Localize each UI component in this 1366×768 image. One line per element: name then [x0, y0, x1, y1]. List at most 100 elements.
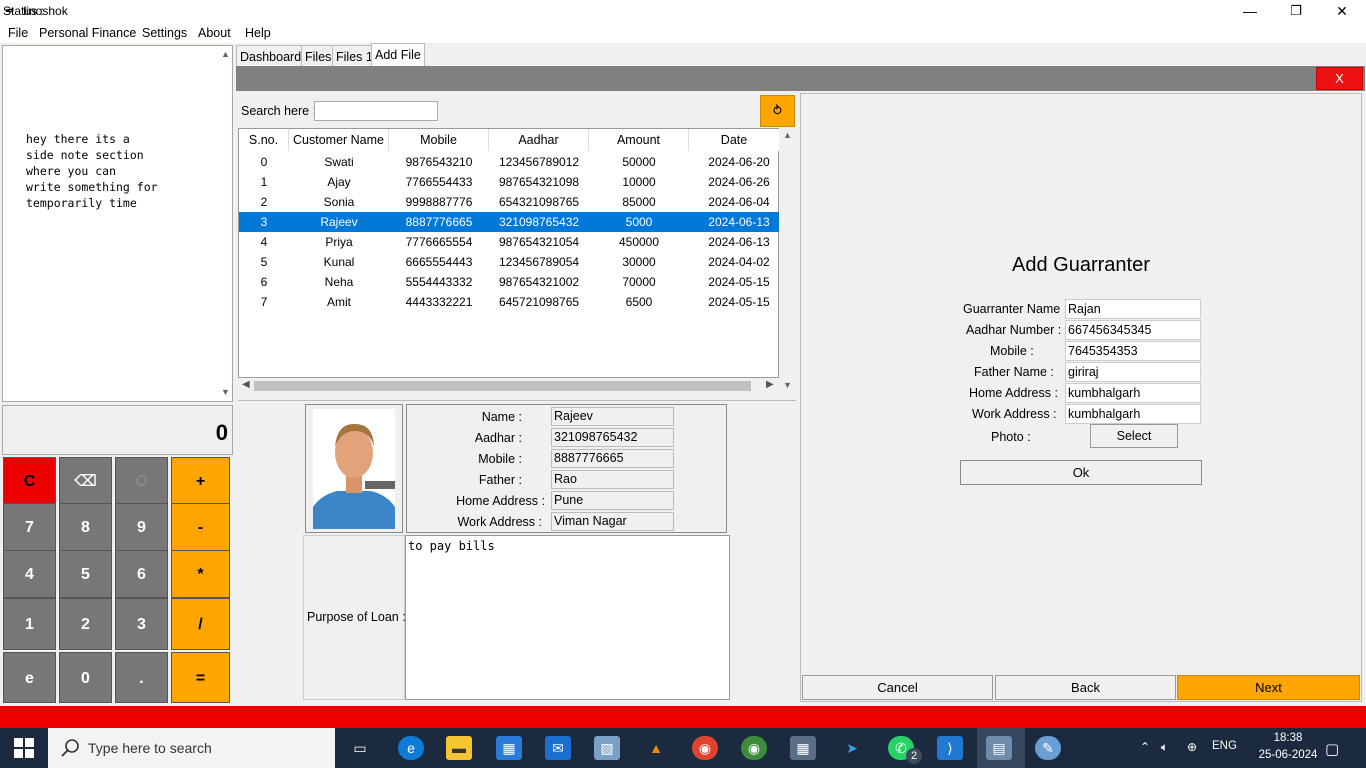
- calc-key-2[interactable]: 2: [59, 598, 112, 650]
- menu-settings[interactable]: Settings: [142, 26, 187, 40]
- mobile-input[interactable]: 7645354353: [1065, 341, 1201, 361]
- menu-personal-finance[interactable]: Personal Finance: [39, 26, 136, 40]
- scroll-up-icon[interactable]: ▲: [221, 49, 230, 59]
- calc-key-7[interactable]: 7: [3, 503, 56, 551]
- file-explorer-icon[interactable]: ▬: [446, 736, 472, 760]
- table-row[interactable]: 3 Rajeev 8887776665 321098765432 5000 2024-06…: [239, 212, 779, 232]
- scroll-down-icon[interactable]: ▼: [783, 380, 792, 390]
- work-address-input[interactable]: kumbhalgarh: [1065, 404, 1201, 424]
- col-header-amount[interactable]: Amount: [589, 129, 689, 151]
- calc-key-3[interactable]: 3: [115, 598, 168, 650]
- calc-key-0[interactable]: 0: [59, 652, 112, 703]
- calc-key-o[interactable]: O: [115, 457, 168, 505]
- calc-key-multiply[interactable]: *: [171, 550, 230, 598]
- calc-key-1[interactable]: 1: [3, 598, 56, 650]
- side-notes-textarea[interactable]: [2, 45, 233, 402]
- scroll-thumb[interactable]: [254, 381, 751, 391]
- calc-key-plus[interactable]: +: [171, 457, 230, 505]
- table-row[interactable]: 2 Sonia 9998887776 654321098765 85000 2024-06…: [239, 192, 779, 212]
- scroll-right-icon[interactable]: ▶: [766, 379, 774, 390]
- network-globe-icon[interactable]: ⊕: [1187, 740, 1197, 754]
- task-view-icon[interactable]: ▭: [347, 736, 373, 760]
- cell-aadhar: 123456789012: [498, 155, 580, 169]
- col-header-sno[interactable]: S.no.: [239, 129, 289, 151]
- maximize-button[interactable]: ❐: [1273, 0, 1319, 23]
- table-row[interactable]: 7 Amit 4443332221 645721098765 6500 2024-05-1…: [239, 292, 779, 312]
- table-row[interactable]: 1 Ajay 7766554433 987654321098 10000 2024-06-…: [239, 172, 779, 192]
- clock-date[interactable]: 25-06-2024: [1254, 749, 1322, 761]
- select-photo-button[interactable]: Select: [1090, 424, 1178, 448]
- tab-files[interactable]: Files: [301, 45, 336, 66]
- cell-mobile: 4443332221: [405, 295, 473, 309]
- clock-time[interactable]: 18:38: [1258, 732, 1318, 744]
- back-button[interactable]: Back: [995, 675, 1176, 700]
- calc-key-4[interactable]: 4: [3, 550, 56, 598]
- photos-icon[interactable]: ▧: [594, 736, 620, 760]
- aadhar-number-label: Aadhar Number :: [966, 323, 1062, 337]
- scroll-up-icon[interactable]: ▲: [783, 130, 792, 140]
- minimize-button[interactable]: —: [1227, 0, 1273, 23]
- tab-add-file[interactable]: Add File: [371, 43, 425, 66]
- scroll-left-icon[interactable]: ◀: [242, 379, 250, 390]
- notes-scrollbar[interactable]: ▲ ▼: [218, 45, 232, 402]
- purpose-of-loan-textarea[interactable]: [405, 535, 730, 700]
- father-name-input[interactable]: giriraj: [1065, 362, 1201, 382]
- language-indicator[interactable]: ENG: [1212, 740, 1237, 752]
- show-hidden-icons-icon[interactable]: ⌃: [1140, 740, 1150, 754]
- col-header-mobile[interactable]: Mobile: [389, 129, 489, 151]
- vlc-icon[interactable]: ▲: [643, 736, 669, 760]
- table-row[interactable]: 6 Neha 5554443332 987654321002 70000 2024-05-…: [239, 272, 779, 292]
- calc-key-equals[interactable]: =: [171, 652, 230, 703]
- home-address-input[interactable]: kumbhalgarh: [1065, 383, 1201, 403]
- cancel-button[interactable]: Cancel: [802, 675, 993, 700]
- volume-icon[interactable]: 🔈︎: [1161, 740, 1168, 755]
- menu-help[interactable]: Help: [245, 26, 271, 40]
- ok-button[interactable]: Ok: [960, 460, 1202, 485]
- edge-icon[interactable]: e: [398, 736, 424, 760]
- calc-key-divide[interactable]: /: [171, 598, 230, 650]
- calculator-icon[interactable]: ▦: [790, 736, 816, 760]
- calc-key-9[interactable]: 9: [115, 503, 168, 551]
- table-row[interactable]: 0 Swati 9876543210 123456789012 50000 2024-06…: [239, 152, 779, 172]
- next-button[interactable]: Next: [1177, 675, 1360, 700]
- python-app-icon[interactable]: ▤: [986, 736, 1012, 760]
- calc-key-clear[interactable]: C: [3, 457, 56, 505]
- table-row[interactable]: 5 Kunal 6665554443 123456789054 30000 2024-04…: [239, 252, 779, 272]
- cell-mobile: 9998887776: [405, 195, 473, 209]
- vscode-icon[interactable]: ⟩: [937, 736, 963, 760]
- table-row[interactable]: 4 Priya 7776665554 987654321054 450000 2024-0…: [239, 232, 779, 252]
- cursor-app-icon[interactable]: ➤: [839, 736, 865, 760]
- close-window-button[interactable]: ✕: [1319, 0, 1365, 23]
- mail-icon[interactable]: ✉: [545, 736, 571, 760]
- microsoft-store-icon[interactable]: ▦: [496, 736, 522, 760]
- scroll-down-icon[interactable]: ▼: [221, 387, 230, 397]
- tab-dashboard[interactable]: Dashboard: [236, 45, 306, 66]
- table-horizontal-scrollbar[interactable]: ◀ ▶: [238, 378, 779, 393]
- calc-key-dot[interactable]: .: [115, 652, 168, 703]
- col-header-date[interactable]: Date: [689, 129, 779, 151]
- col-header-customer-name[interactable]: Customer Name: [289, 129, 389, 151]
- aadhar-number-input[interactable]: 667456345345: [1065, 320, 1201, 340]
- paint-icon[interactable]: ✎: [1035, 736, 1061, 760]
- col-header-aadhar[interactable]: Aadhar: [489, 129, 589, 151]
- chrome-icon[interactable]: ◉: [692, 736, 718, 760]
- menu-file[interactable]: File: [8, 26, 28, 40]
- calc-key-6[interactable]: 6: [115, 550, 168, 598]
- start-button[interactable]: [0, 728, 48, 768]
- calc-key-e[interactable]: e: [3, 652, 56, 703]
- menu-about[interactable]: About: [198, 26, 231, 40]
- calc-key-backspace[interactable]: ⌫: [59, 457, 112, 505]
- guarranter-name-input[interactable]: Rajan: [1065, 299, 1201, 319]
- refresh-button[interactable]: ⥁: [760, 95, 795, 127]
- calc-key-minus[interactable]: -: [171, 503, 230, 551]
- calc-key-8[interactable]: 8: [59, 503, 112, 551]
- status-bar: [0, 706, 1366, 728]
- calculator-display: 0: [2, 405, 233, 455]
- notifications-icon[interactable]: ▢: [1325, 740, 1339, 758]
- table-vertical-scrollbar[interactable]: ▲ ▼: [780, 128, 796, 393]
- close-panel-button[interactable]: X: [1316, 67, 1363, 90]
- calc-key-5[interactable]: 5: [59, 550, 112, 598]
- search-input[interactable]: [314, 101, 438, 121]
- chrome-profile-icon[interactable]: ◉: [741, 736, 767, 760]
- guarranter-name-label: Guarranter Name :: [963, 302, 1068, 316]
